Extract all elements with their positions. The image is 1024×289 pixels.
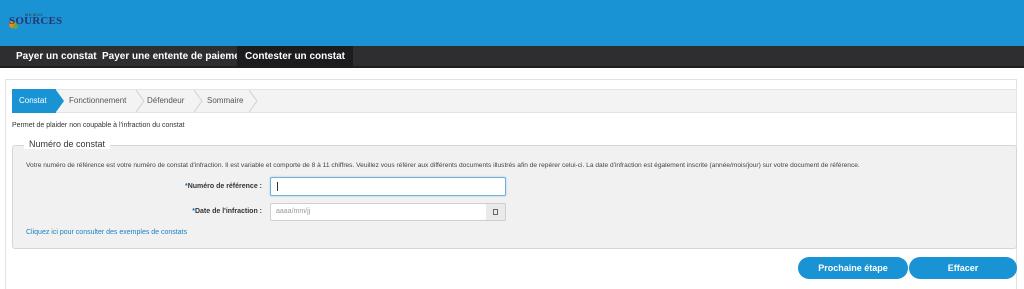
nav-payer-constat[interactable]: Payer un constat xyxy=(8,46,105,68)
infraction-date-input[interactable]: aaaa/mm/jj xyxy=(270,203,487,221)
help-text: Votre numéro de référence est votre numé… xyxy=(26,162,860,169)
calendar-icon xyxy=(493,209,498,215)
step-fonctionnement: Fonctionnement xyxy=(69,96,127,105)
next-step-button[interactable]: Prochaine étape xyxy=(798,257,908,279)
step-defendeur: Défendeur xyxy=(147,96,185,105)
text-caret xyxy=(277,182,278,191)
step-separator-icon xyxy=(194,90,203,112)
page-description: Permet de plaider non coupable à l'infra… xyxy=(12,122,185,129)
date-placeholder: aaaa/mm/jj xyxy=(276,208,311,215)
step-constat: Constat xyxy=(19,96,47,105)
date-label: *Date de l'infraction : xyxy=(192,208,262,215)
wizard-steps: Constat Fonctionnement Défendeur Sommair… xyxy=(12,89,1017,113)
clear-button[interactable]: Effacer xyxy=(909,257,1017,279)
top-banner: MILIEUX SOURCES xyxy=(0,0,1024,46)
step-separator-icon xyxy=(136,90,145,112)
fieldset-legend: Numéro de constat xyxy=(24,139,111,149)
main-nav: Payer un constat Payer une entente de pa… xyxy=(0,46,1024,68)
reference-label: *Numéro de référence : xyxy=(184,183,262,190)
sources-logo[interactable]: MILIEUX SOURCES xyxy=(9,12,62,32)
examples-link[interactable]: Cliquez ici pour consulter des exemples … xyxy=(26,229,187,236)
nav-payer-entente[interactable]: Payer une entente de paiement xyxy=(94,46,257,68)
step-sommaire: Sommaire xyxy=(207,96,244,105)
nav-contester-constat[interactable]: Contester un constat xyxy=(237,46,354,68)
reference-number-input[interactable] xyxy=(270,177,506,196)
calendar-button[interactable] xyxy=(486,203,506,221)
logo-text: SOURCES xyxy=(9,15,63,27)
step-arrow-icon xyxy=(56,90,64,112)
step-separator-icon xyxy=(249,90,258,112)
